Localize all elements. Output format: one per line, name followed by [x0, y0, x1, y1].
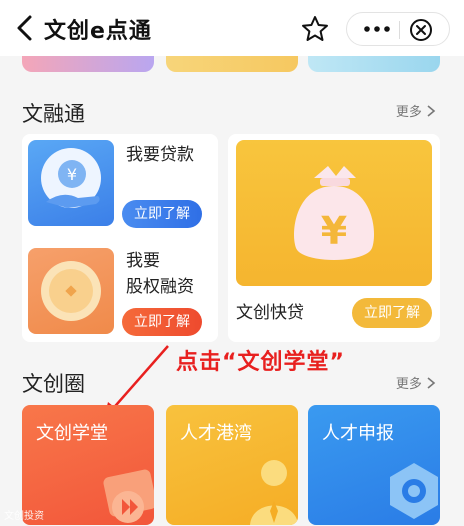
page-title: 文创e点通 [44, 19, 152, 44]
card-label: 人才申报 [322, 423, 394, 444]
card-label: 人才港湾 [180, 423, 252, 444]
quick-loan-panel[interactable]: ¥ 文创快贷 立即了解 [228, 134, 440, 342]
card-label: 文创学堂 [36, 423, 108, 444]
banner-partial[interactable] [308, 56, 440, 72]
equity-financing-icon[interactable] [28, 248, 114, 334]
quick-loan-learn-more-button[interactable]: 立即了解 [352, 298, 432, 328]
back-arrow-icon[interactable] [14, 14, 36, 42]
svg-text:¥: ¥ [67, 165, 77, 184]
equity-title-line1: 我要 [126, 251, 160, 271]
loan-icon[interactable]: ¥ [28, 140, 114, 226]
person-icon [250, 460, 298, 525]
equity-title-line2: 股权融资 [126, 277, 194, 297]
banner-partial[interactable] [166, 56, 298, 72]
play-video-icon [103, 469, 154, 523]
finance-list-panel: ¥ 我要贷款 立即了解 我要 股权融资 立即了解 [22, 134, 218, 342]
mini-program-capsule [346, 12, 450, 46]
quick-loan-title: 文创快贷 [236, 303, 304, 323]
gear-icon [390, 463, 438, 519]
money-bag-icon: ¥ [236, 140, 432, 286]
close-circle-icon[interactable] [409, 18, 433, 42]
more-options-icon[interactable] [361, 21, 393, 37]
watermark: 文创投资 [4, 511, 44, 522]
loan-title: 我要贷款 [126, 145, 194, 165]
equity-learn-more-button[interactable]: 立即了解 [122, 308, 202, 336]
star-icon[interactable] [300, 14, 330, 44]
more-label: 更多 [395, 105, 422, 120]
more-link-finance[interactable]: 更多 [396, 101, 436, 120]
loan-learn-more-button[interactable]: 立即了解 [122, 200, 202, 228]
section-title-circle: 文创圈 [22, 372, 85, 396]
chevron-right-icon [427, 377, 436, 389]
section-title-finance: 文融通 [22, 102, 85, 126]
capsule-divider [399, 21, 400, 39]
card-talent-application[interactable]: 人才申报 [308, 405, 440, 525]
more-link-circle[interactable]: 更多 [396, 373, 436, 392]
banner-partial[interactable] [22, 56, 154, 72]
card-talent-harbor[interactable]: 人才港湾 [166, 405, 298, 525]
annotation-text: 点击“文创学堂” [176, 350, 345, 375]
chevron-right-icon [427, 105, 436, 117]
svg-text:¥: ¥ [321, 209, 347, 253]
top-navigation-bar: 文创e点通 [0, 0, 464, 56]
more-label: 更多 [395, 377, 422, 392]
